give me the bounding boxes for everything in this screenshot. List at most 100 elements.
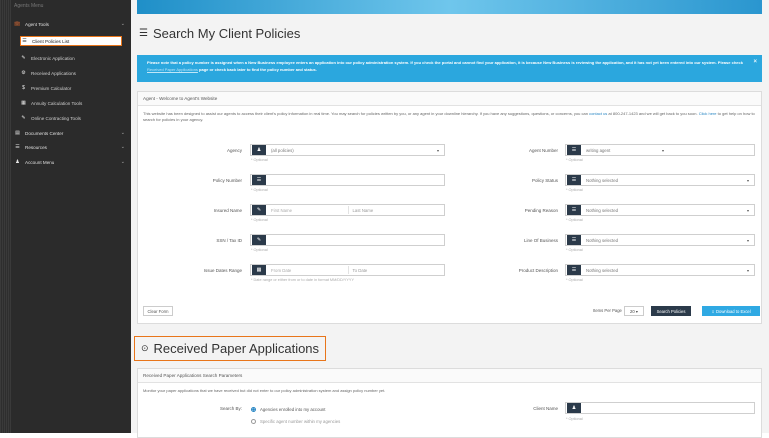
list-icon: ☰: [567, 205, 581, 215]
ssn-label: SSN / Tax ID: [216, 238, 242, 243]
sidebar-item-annuity-calculation-tools[interactable]: ▦ Annuity Calculation Tools: [20, 98, 122, 108]
field-divider: [347, 266, 349, 274]
intro-text: This website has been designed to assist…: [138, 106, 761, 128]
sidebar-item-label: Received Applications: [31, 70, 76, 76]
radio-agencies[interactable]: Agencies enrolled into my account: [251, 407, 326, 413]
issue-dates-label: Issue Dates Range: [203, 268, 242, 273]
chevron-down-icon: ⌄: [120, 130, 125, 136]
product-description-select[interactable]: ☰ Nothing selected ▾: [565, 264, 755, 276]
click-here-link[interactable]: Click here: [699, 111, 717, 116]
contact-us-link[interactable]: contact us: [589, 111, 607, 116]
chevron-down-icon: ⌄: [120, 159, 125, 165]
list-icon: ☰: [567, 175, 581, 185]
form-row: Policy Number ☰ * Optional Policy Status…: [138, 174, 763, 196]
received-panel-heading: Received Paper Applications Search Param…: [138, 369, 761, 383]
user-icon: ♟: [15, 159, 20, 165]
line-of-business-label: Line Of Business: [523, 238, 558, 243]
calendar-icon: ▦: [252, 265, 266, 275]
optional-hint: * Optional: [251, 248, 268, 252]
sidebar-item-label: Documents Center: [25, 130, 64, 136]
document-icon: ▤: [15, 130, 20, 136]
chevron-down-icon: ▾: [746, 207, 749, 213]
first-name-placeholder: First Name: [271, 207, 293, 213]
briefcase-icon: 💼: [14, 21, 21, 27]
optional-hint: * Optional: [566, 158, 583, 162]
agency-value: (all policies): [271, 147, 294, 153]
edit-icon: ✎: [21, 115, 26, 121]
client-name-input[interactable]: ♟: [565, 402, 755, 414]
line-of-business-select[interactable]: ☰ Nothing selected ▾: [565, 234, 755, 246]
radio-label: Agencies enrolled into my account: [260, 407, 326, 412]
agent-number-value: writing agent: [586, 147, 611, 153]
sidebar-item-received-applications[interactable]: ⚙ Received Applications: [20, 68, 122, 78]
items-per-page-label: Items Per Page: [593, 308, 622, 313]
issue-dates-input[interactable]: ▦ From Date To Date: [250, 264, 445, 276]
user-icon: ♟: [252, 145, 266, 155]
chevron-down-icon: ⌄: [120, 144, 125, 150]
received-section-title: ⊙ Received Paper Applications: [134, 336, 326, 361]
optional-hint: * Optional: [566, 188, 583, 192]
line-of-business-value: Nothing selected: [586, 237, 619, 243]
policy-number-input[interactable]: ☰: [250, 174, 445, 186]
received-section-title-text: Received Paper Applications: [153, 341, 320, 356]
sidebar-item-documents-center[interactable]: ▤ Documents Center ⌄: [14, 128, 130, 138]
agent-number-select[interactable]: ☰ writing agent ▾: [565, 144, 755, 156]
radio-unselected-icon: [251, 419, 256, 425]
sidebar-item-account-menu[interactable]: ♟ Account Menu ⌄: [14, 157, 130, 167]
alert-text: Please note that a policy number is assi…: [147, 60, 743, 65]
edit-icon: ✎: [252, 205, 266, 215]
sidebar-item-label: Agent Tools: [25, 21, 49, 27]
sidebar-item-premium-calculator[interactable]: $ Premium Calculator: [20, 83, 122, 93]
page-title: ☰ Search My Client Policies: [139, 26, 300, 41]
chevron-down-icon: ▾: [746, 177, 749, 183]
agency-select[interactable]: ♟ (all policies) ▾: [250, 144, 445, 156]
field-divider: [347, 206, 349, 214]
ssn-input[interactable]: ✎: [250, 234, 445, 246]
download-excel-button[interactable]: ⇩ Download to Excel: [702, 306, 760, 316]
info-alert: Please note that a policy number is assi…: [137, 55, 762, 82]
clear-form-button[interactable]: Clear Form: [143, 306, 173, 316]
sidebar-item-label: Electronic Application: [31, 55, 75, 61]
sidebar-item-client-policies-list[interactable]: ☰ Client Policies List: [20, 36, 122, 46]
optional-hint: * Optional: [251, 158, 268, 162]
panel-heading: Agent - Welcome to Agent's Website: [138, 92, 761, 106]
search-panel: Agent - Welcome to Agent's Website This …: [137, 91, 762, 324]
received-description: Monitor your paper applications that we …: [143, 388, 386, 393]
received-paper-applications-link[interactable]: Received Paper Applications: [147, 67, 198, 72]
sidebar-item-agent-tools[interactable]: 💼 Agent Tools ⌄: [14, 19, 130, 29]
optional-hint: * Optional: [566, 218, 583, 222]
optional-hint: * Optional: [566, 278, 583, 282]
policy-status-select[interactable]: ☰ Nothing selected ▾: [565, 174, 755, 186]
optional-hint: * Optional: [566, 248, 583, 252]
policy-number-label: Policy Number: [212, 178, 242, 183]
search-policies-button[interactable]: Search Policies: [651, 306, 691, 316]
insured-name-input[interactable]: ✎ First Name Last Name: [250, 204, 445, 216]
sidebar-item-resources[interactable]: ☰ Resources ⌄: [14, 142, 130, 152]
sidebar-item-label: Annuity Calculation Tools: [31, 100, 83, 106]
chevron-down-icon: ▾: [746, 237, 749, 243]
list-icon: ☰: [139, 28, 148, 39]
main-content: ☰ Search My Client Policies Please note …: [131, 0, 769, 438]
download-label: Download to Excel: [716, 308, 751, 314]
sidebar-item-online-contracting-tools[interactable]: ✎ Online Contracting Tools: [20, 113, 122, 123]
header-banner: [137, 0, 762, 14]
alert-text-tail: page or check back later to find the pol…: [199, 67, 317, 72]
close-icon[interactable]: ×: [753, 59, 757, 66]
edit-icon: ✎: [252, 235, 266, 245]
pending-reason-select[interactable]: ☰ Nothing selected ▾: [565, 204, 755, 216]
agency-label: Agency: [226, 148, 242, 153]
product-description-value: Nothing selected: [586, 267, 619, 273]
to-date-placeholder: To Date: [352, 267, 368, 273]
product-description-label: Product Description: [518, 268, 558, 273]
insured-name-label: Insured Name: [213, 208, 242, 213]
radio-specific-agent[interactable]: Specific agent number within my agencies: [251, 419, 340, 425]
pending-reason-label: Pending Reason: [524, 208, 558, 213]
items-per-page-select[interactable]: 20 ▾: [624, 306, 644, 316]
list-icon: ☰: [22, 38, 27, 44]
sidebar-item-electronic-application[interactable]: ✎ Electronic Application: [20, 53, 122, 63]
from-date-placeholder: From Date: [271, 267, 292, 273]
dollar-icon: $: [22, 85, 25, 91]
list-icon: ☰: [15, 144, 20, 150]
form-row: Issue Dates Range ▦ From Date To Date * …: [138, 264, 763, 286]
client-name-label: Client Name: [533, 406, 558, 411]
